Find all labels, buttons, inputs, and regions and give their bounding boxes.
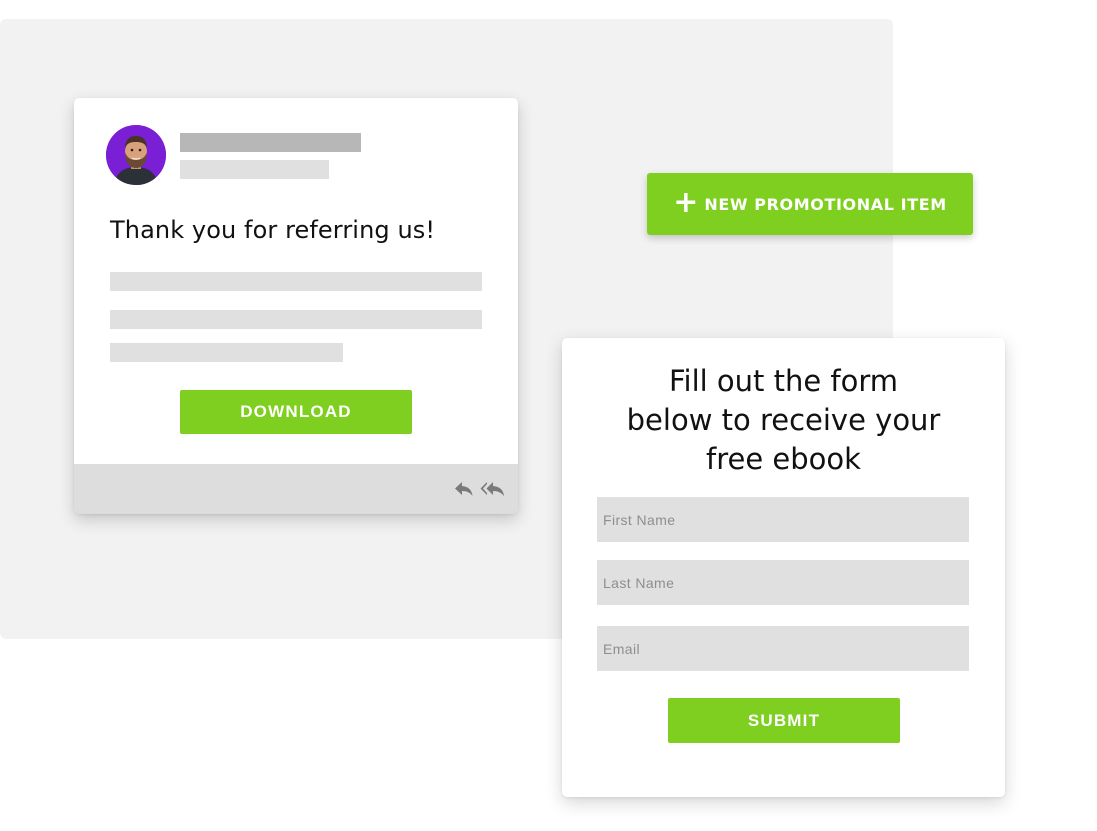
email-field[interactable]: [597, 626, 969, 671]
reply-icon[interactable]: [454, 480, 474, 503]
email-heading: Thank you for referring us!: [110, 216, 436, 244]
last-name-field[interactable]: [597, 560, 969, 605]
form-title: Fill out the form below to receive your fr…: [626, 364, 941, 476]
new-promotional-item-label: NEW PROMOTIONAL ITEM: [704, 194, 947, 214]
body-text-placeholder: [110, 310, 482, 329]
email-footer: [74, 464, 518, 514]
ebook-form-card: Fill out the form below to receive your fr…: [562, 338, 1005, 797]
user-avatar-icon: [106, 125, 166, 185]
first-name-field[interactable]: [597, 497, 969, 542]
plus-icon: +: [673, 185, 699, 220]
sender-meta-placeholder: [180, 160, 329, 179]
new-promotional-item-button[interactable]: + NEW PROMOTIONAL ITEM: [647, 173, 973, 235]
download-button[interactable]: DOWNLOAD: [180, 390, 412, 434]
body-text-placeholder: [110, 272, 482, 291]
sender-name-placeholder: [180, 133, 361, 152]
promo-illustration: Thank you for referring us! DOWNLOAD + N…: [0, 0, 1097, 831]
avatar: [106, 125, 166, 185]
body-text-placeholder: [110, 343, 343, 362]
email-preview-card: Thank you for referring us! DOWNLOAD: [74, 98, 518, 514]
submit-button[interactable]: SUBMIT: [668, 698, 900, 743]
reply-all-icon[interactable]: [480, 480, 506, 503]
